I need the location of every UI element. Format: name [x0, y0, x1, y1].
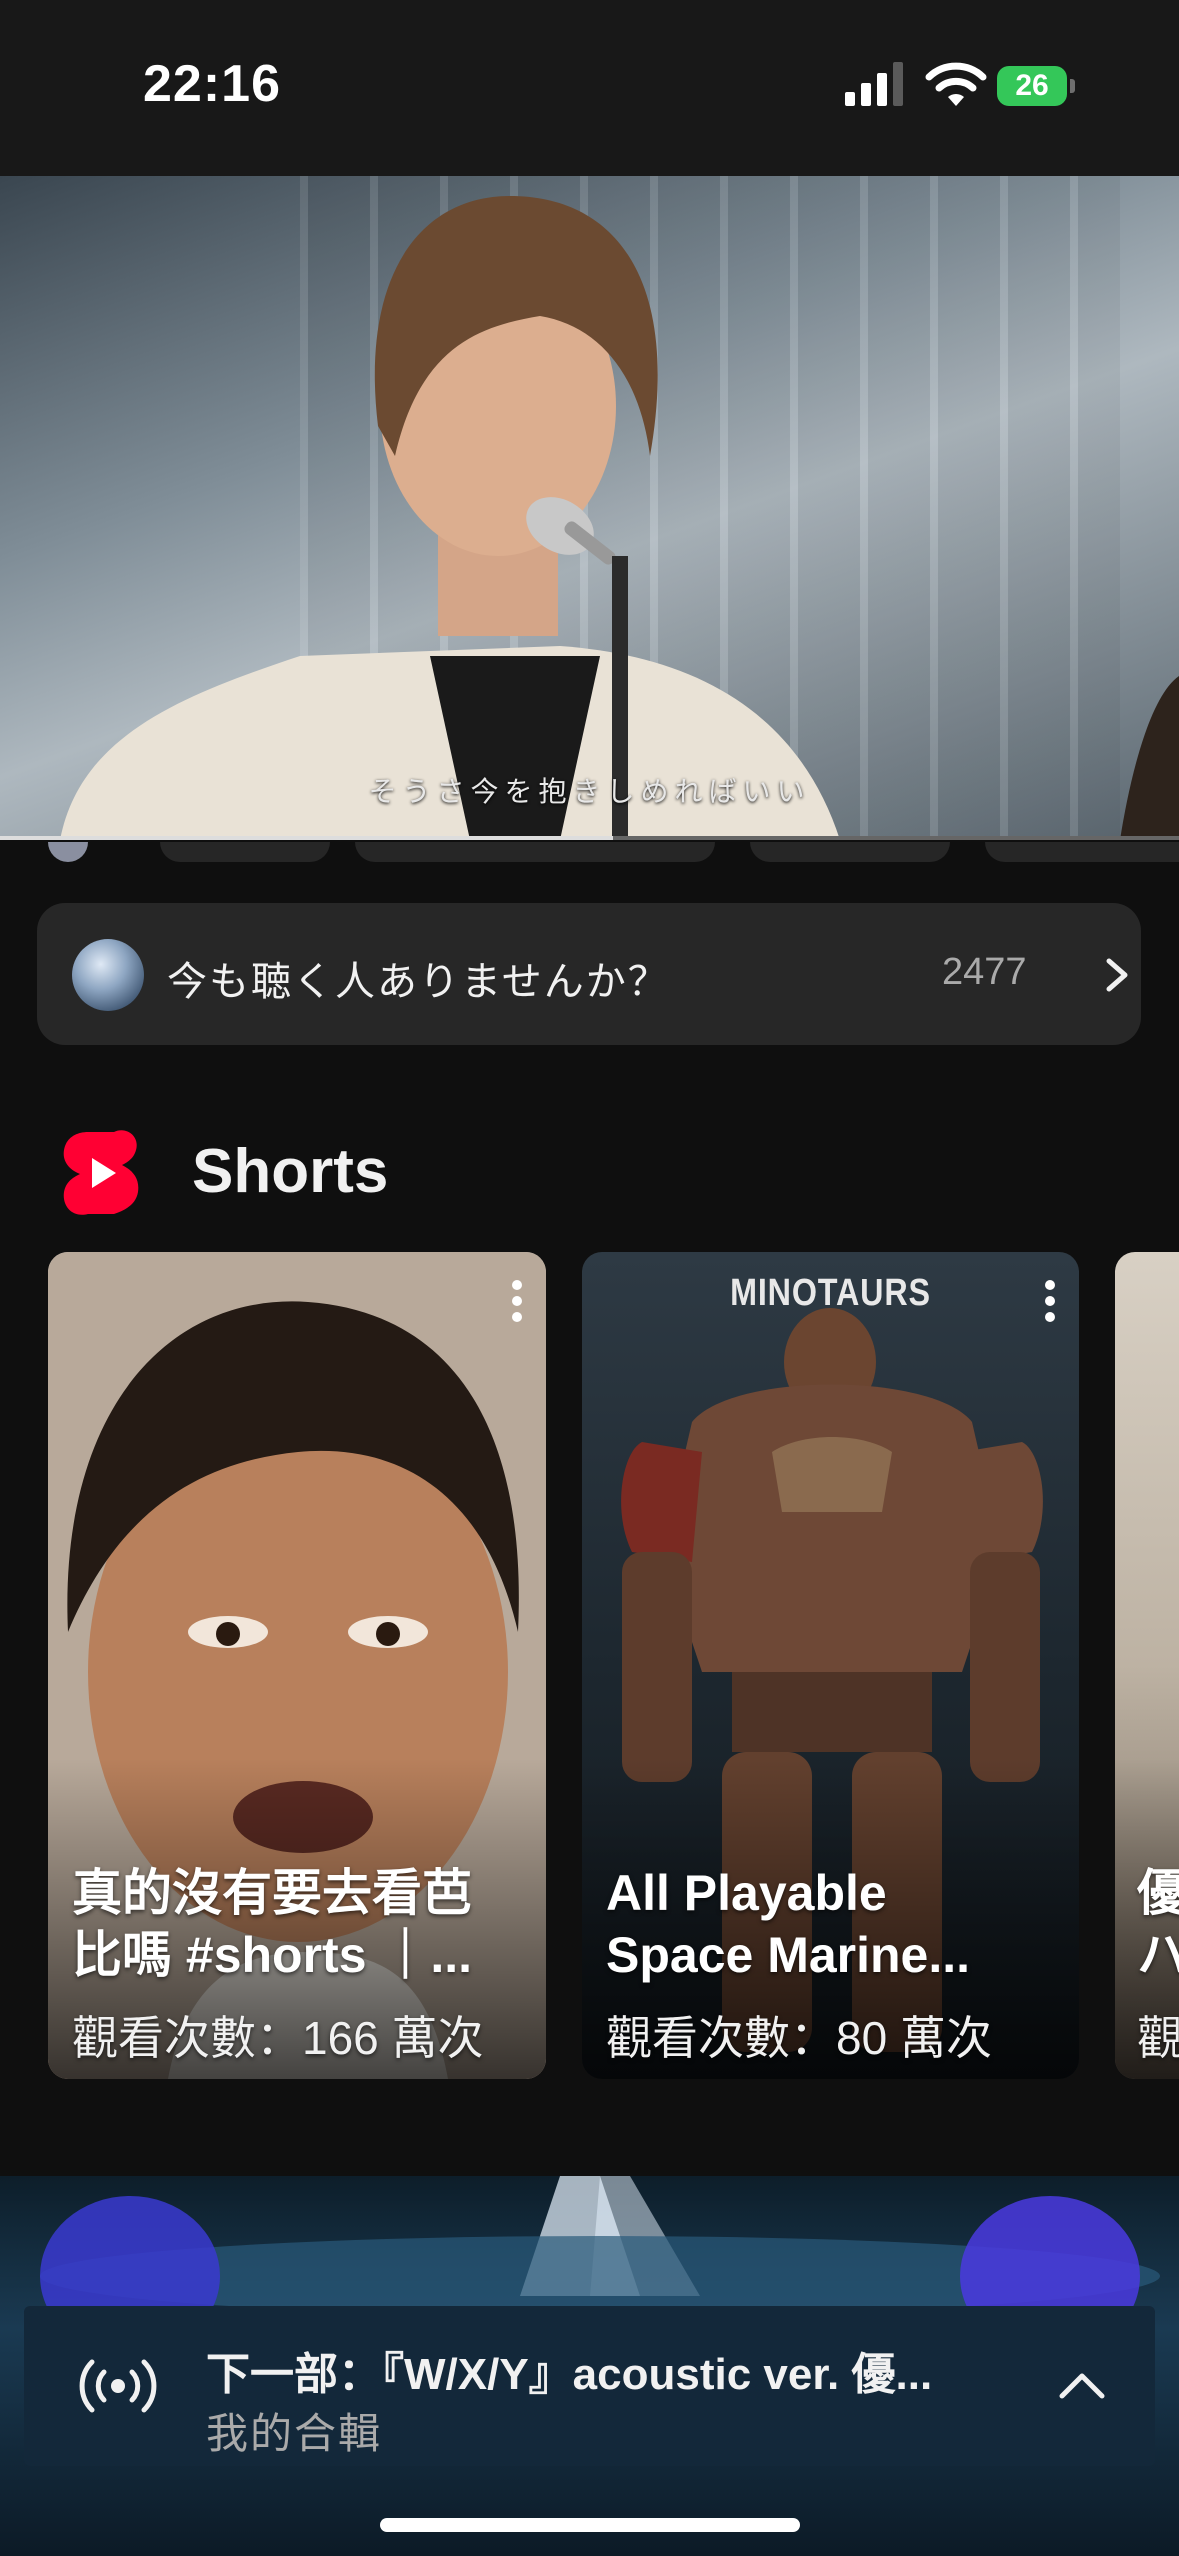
status-bar: 22:16 26: [0, 0, 1179, 176]
home-indicator[interactable]: [380, 2518, 800, 2532]
playlist-title: 今も聴く人ありませんか？: [167, 960, 670, 1004]
more-options-icon[interactable]: [1043, 1278, 1057, 1324]
cellular-signal-icon: [845, 62, 903, 106]
playlist-count: 2477: [942, 951, 1027, 993]
action-chip[interactable]: [160, 842, 330, 862]
shorts-section-title: Shorts: [192, 1137, 389, 1206]
channel-avatar[interactable]: [48, 842, 88, 862]
video-subtitle: そうさ今を抱きしめればいい: [368, 776, 811, 807]
video-frame-singer: [60, 196, 1179, 840]
playlist-avatar: [72, 939, 144, 1011]
short-views: 觀: [1137, 2012, 1179, 2064]
action-chip[interactable]: [985, 842, 1179, 862]
short-views: 觀看次數：166 萬次: [72, 2012, 484, 2064]
short-title-line: ハ: [1137, 1927, 1179, 1983]
short-card[interactable]: 真的沒有要去看芭 比嗎 #shorts ｜... 觀看次數：166 萬次: [48, 1252, 546, 2079]
status-time: 22:16: [143, 55, 281, 113]
shorts-logo-icon: [63, 1130, 139, 1215]
action-chip[interactable]: [355, 842, 715, 862]
battery-tip: [1070, 79, 1075, 93]
battery-level: 26: [997, 66, 1067, 106]
short-title: 優 ハ: [1137, 1862, 1179, 1986]
up-next-playlist: 我的合輯: [206, 2410, 383, 2457]
action-chip[interactable]: [750, 842, 950, 862]
short-title-line: All Playable: [606, 1865, 887, 1921]
wifi-icon: [925, 62, 987, 106]
video-progress-bar[interactable]: [0, 836, 1179, 840]
cast-broadcast-icon[interactable]: [78, 2356, 158, 2416]
short-overlay-text: MINOTAURS: [730, 1272, 931, 1314]
short-title: 真的沒有要去看芭 比嗎 #shorts ｜...: [72, 1862, 522, 1986]
up-next-bar[interactable]: 下一部：『W/X/Y』acoustic ver. 優... 我的合輯: [24, 2306, 1155, 2466]
playlist-row[interactable]: 今も聴く人ありませんか？ 2477: [37, 903, 1141, 1045]
short-card[interactable]: 優 ハ 觀: [1115, 1252, 1179, 2079]
up-next-title: 下一部：『W/X/Y』acoustic ver. 優...: [206, 2350, 933, 2399]
more-options-icon[interactable]: [510, 1278, 524, 1324]
short-card[interactable]: MINOTAURS All Playable Space Marine... 觀…: [582, 1252, 1079, 2079]
short-title-line: 比嗎 #shorts ｜...: [72, 1927, 473, 1983]
chevron-up-icon[interactable]: [1056, 2368, 1108, 2402]
short-title-line: 優: [1137, 1865, 1179, 1921]
chip-row: [0, 842, 1179, 862]
short-views: 觀看次數：80 萬次: [606, 2012, 992, 2064]
short-title-line: Space Marine...: [606, 1927, 971, 1983]
battery-icon: 26: [997, 66, 1077, 106]
chevron-right-icon: [1106, 958, 1128, 992]
short-title: All Playable Space Marine...: [606, 1862, 1056, 1986]
video-progress-fill: [0, 836, 614, 840]
short-title-line: 真的沒有要去看芭: [72, 1865, 472, 1921]
video-player[interactable]: そうさ今を抱きしめればいい: [0, 176, 1179, 840]
